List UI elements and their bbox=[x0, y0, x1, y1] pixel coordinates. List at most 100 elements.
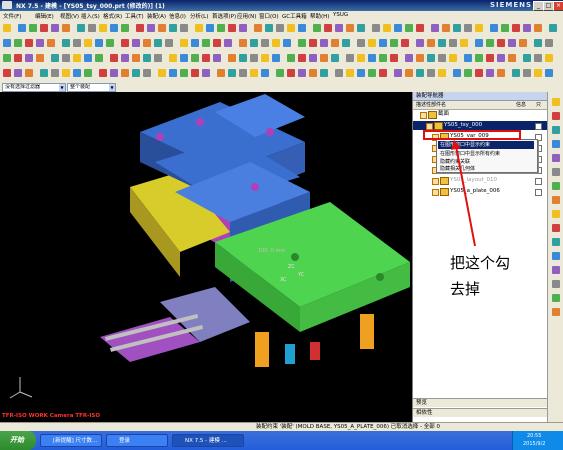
toolbar-icon[interactable] bbox=[416, 54, 424, 62]
toolbar-icon[interactable] bbox=[206, 24, 214, 32]
toolbar-icon[interactable] bbox=[62, 54, 70, 62]
toolbar-icon[interactable] bbox=[250, 69, 258, 77]
toolbar-icon[interactable] bbox=[519, 39, 527, 47]
toolbar-icon[interactable] bbox=[121, 24, 129, 32]
toolbar-icon[interactable] bbox=[309, 69, 317, 77]
navigator-row[interactable]: YS05_tsy_000 bbox=[413, 121, 548, 130]
resource-bar-icon[interactable] bbox=[552, 126, 560, 134]
toolbar-icon[interactable] bbox=[512, 69, 520, 77]
resource-bar-icon[interactable] bbox=[552, 140, 560, 148]
toolbar-icon[interactable] bbox=[331, 54, 339, 62]
toolbar-icon[interactable] bbox=[110, 54, 118, 62]
toolbar-icon[interactable] bbox=[405, 69, 413, 77]
menu-view[interactable]: 视图(V) bbox=[60, 12, 79, 20]
toolbar-icon[interactable] bbox=[239, 39, 247, 47]
toolbar-icon[interactable] bbox=[335, 24, 343, 32]
toolbar-icon[interactable] bbox=[84, 39, 92, 47]
toolbar-icon[interactable] bbox=[110, 24, 118, 32]
toolbar-icon[interactable] bbox=[99, 69, 107, 77]
toolbar-icon[interactable] bbox=[534, 39, 542, 47]
toolbar-icon[interactable] bbox=[180, 39, 188, 47]
toolbar-icon[interactable] bbox=[191, 69, 199, 77]
preview-panel[interactable]: 预览 bbox=[413, 398, 548, 407]
toolbar-icon[interactable] bbox=[475, 69, 483, 77]
toolbar-icon[interactable] bbox=[320, 39, 328, 47]
toolbar-icon[interactable] bbox=[165, 39, 173, 47]
toolbar-icon[interactable] bbox=[3, 54, 11, 62]
toolbar-icon[interactable] bbox=[110, 69, 118, 77]
toolbar-icon[interactable] bbox=[51, 54, 59, 62]
toolbar-icon[interactable] bbox=[228, 24, 236, 32]
toolbar-icon[interactable] bbox=[154, 39, 162, 47]
toolbar-icon[interactable] bbox=[239, 24, 247, 32]
toolbar-icon[interactable] bbox=[132, 54, 140, 62]
visibility-checkbox[interactable] bbox=[432, 189, 439, 196]
toolbar-icon[interactable] bbox=[217, 69, 225, 77]
navigator-row[interactable]: YS05_layout_010 bbox=[413, 176, 548, 185]
toolbar-icon[interactable] bbox=[545, 54, 553, 62]
toolbar-icon[interactable] bbox=[346, 54, 354, 62]
resource-bar-icon[interactable] bbox=[552, 112, 560, 120]
resource-bar-icon[interactable] bbox=[552, 294, 560, 302]
toolbar-icon[interactable] bbox=[523, 54, 531, 62]
toolbar-icon[interactable] bbox=[202, 54, 210, 62]
toolbar-icon[interactable] bbox=[534, 69, 542, 77]
toolbar-icon[interactable] bbox=[379, 39, 387, 47]
toolbar-icon[interactable] bbox=[106, 39, 114, 47]
toolbar-icon[interactable] bbox=[73, 69, 81, 77]
menu-edit[interactable]: 编辑(E) bbox=[35, 12, 54, 20]
toolbar-icon[interactable] bbox=[342, 39, 350, 47]
toolbar-icon[interactable] bbox=[298, 24, 306, 32]
toolbar-icon[interactable] bbox=[250, 54, 258, 62]
toolbar-icon[interactable] bbox=[313, 24, 321, 32]
toolbar-icon[interactable] bbox=[523, 24, 531, 32]
toolbar-icon[interactable] bbox=[195, 24, 203, 32]
navigator-row[interactable]: YS05_a_plate_006 bbox=[413, 187, 548, 196]
readonly-checkbox[interactable] bbox=[535, 178, 542, 185]
toolbar-icon[interactable] bbox=[427, 54, 435, 62]
toolbar-icon[interactable] bbox=[416, 24, 424, 32]
menu-format[interactable]: 格式(R) bbox=[103, 12, 122, 20]
toolbar-icon[interactable] bbox=[390, 39, 398, 47]
toolbar-icon[interactable] bbox=[453, 69, 461, 77]
toolbar-icon[interactable] bbox=[121, 69, 129, 77]
toolbar-icon[interactable] bbox=[36, 39, 44, 47]
toolbar-icon[interactable] bbox=[486, 39, 494, 47]
toolbar-icon[interactable] bbox=[475, 54, 483, 62]
menu-assembly[interactable]: 装配(A) bbox=[147, 12, 166, 20]
resource-bar-icon[interactable] bbox=[552, 168, 560, 176]
toolbar-icon[interactable] bbox=[501, 24, 509, 32]
resource-bar-icon[interactable] bbox=[552, 182, 560, 190]
column-info[interactable]: 信息 bbox=[516, 101, 526, 109]
toolbar-icon[interactable] bbox=[95, 54, 103, 62]
toolbar-icon[interactable] bbox=[534, 54, 542, 62]
resource-bar-icon[interactable] bbox=[552, 154, 560, 162]
task-reminder[interactable]: [新提醒] 尺寸数... bbox=[40, 434, 102, 447]
toolbar-icon[interactable] bbox=[143, 39, 151, 47]
resource-bar-icon[interactable] bbox=[552, 210, 560, 218]
toolbar-icon[interactable] bbox=[508, 39, 516, 47]
toolbar-icon[interactable] bbox=[460, 39, 468, 47]
toolbar-icon[interactable] bbox=[3, 39, 11, 47]
toolbar-icon[interactable] bbox=[62, 39, 70, 47]
toolbar-icon[interactable] bbox=[180, 69, 188, 77]
toolbar-icon[interactable] bbox=[180, 24, 188, 32]
toolbar-icon[interactable] bbox=[239, 54, 247, 62]
toolbar-icon[interactable] bbox=[14, 39, 22, 47]
toolbar-icon[interactable] bbox=[331, 39, 339, 47]
toolbar-icon[interactable] bbox=[25, 54, 33, 62]
toolbar-icon[interactable] bbox=[357, 39, 365, 47]
resource-bar-icon[interactable] bbox=[552, 252, 560, 260]
toolbar-icon[interactable] bbox=[431, 24, 439, 32]
toolbar-icon[interactable] bbox=[84, 54, 92, 62]
toolbar-icon[interactable] bbox=[84, 69, 92, 77]
toolbar-icon[interactable] bbox=[3, 69, 11, 77]
menu-ysug[interactable]: YSUG bbox=[333, 12, 348, 18]
toolbar-icon[interactable] bbox=[287, 69, 295, 77]
toolbar-icon[interactable] bbox=[180, 54, 188, 62]
toolbar-icon[interactable] bbox=[287, 24, 295, 32]
toolbar-icon[interactable] bbox=[36, 54, 44, 62]
toolbar-icon[interactable] bbox=[309, 39, 317, 47]
toolbar-icon[interactable] bbox=[261, 54, 269, 62]
resource-bar-icon[interactable] bbox=[552, 308, 560, 316]
